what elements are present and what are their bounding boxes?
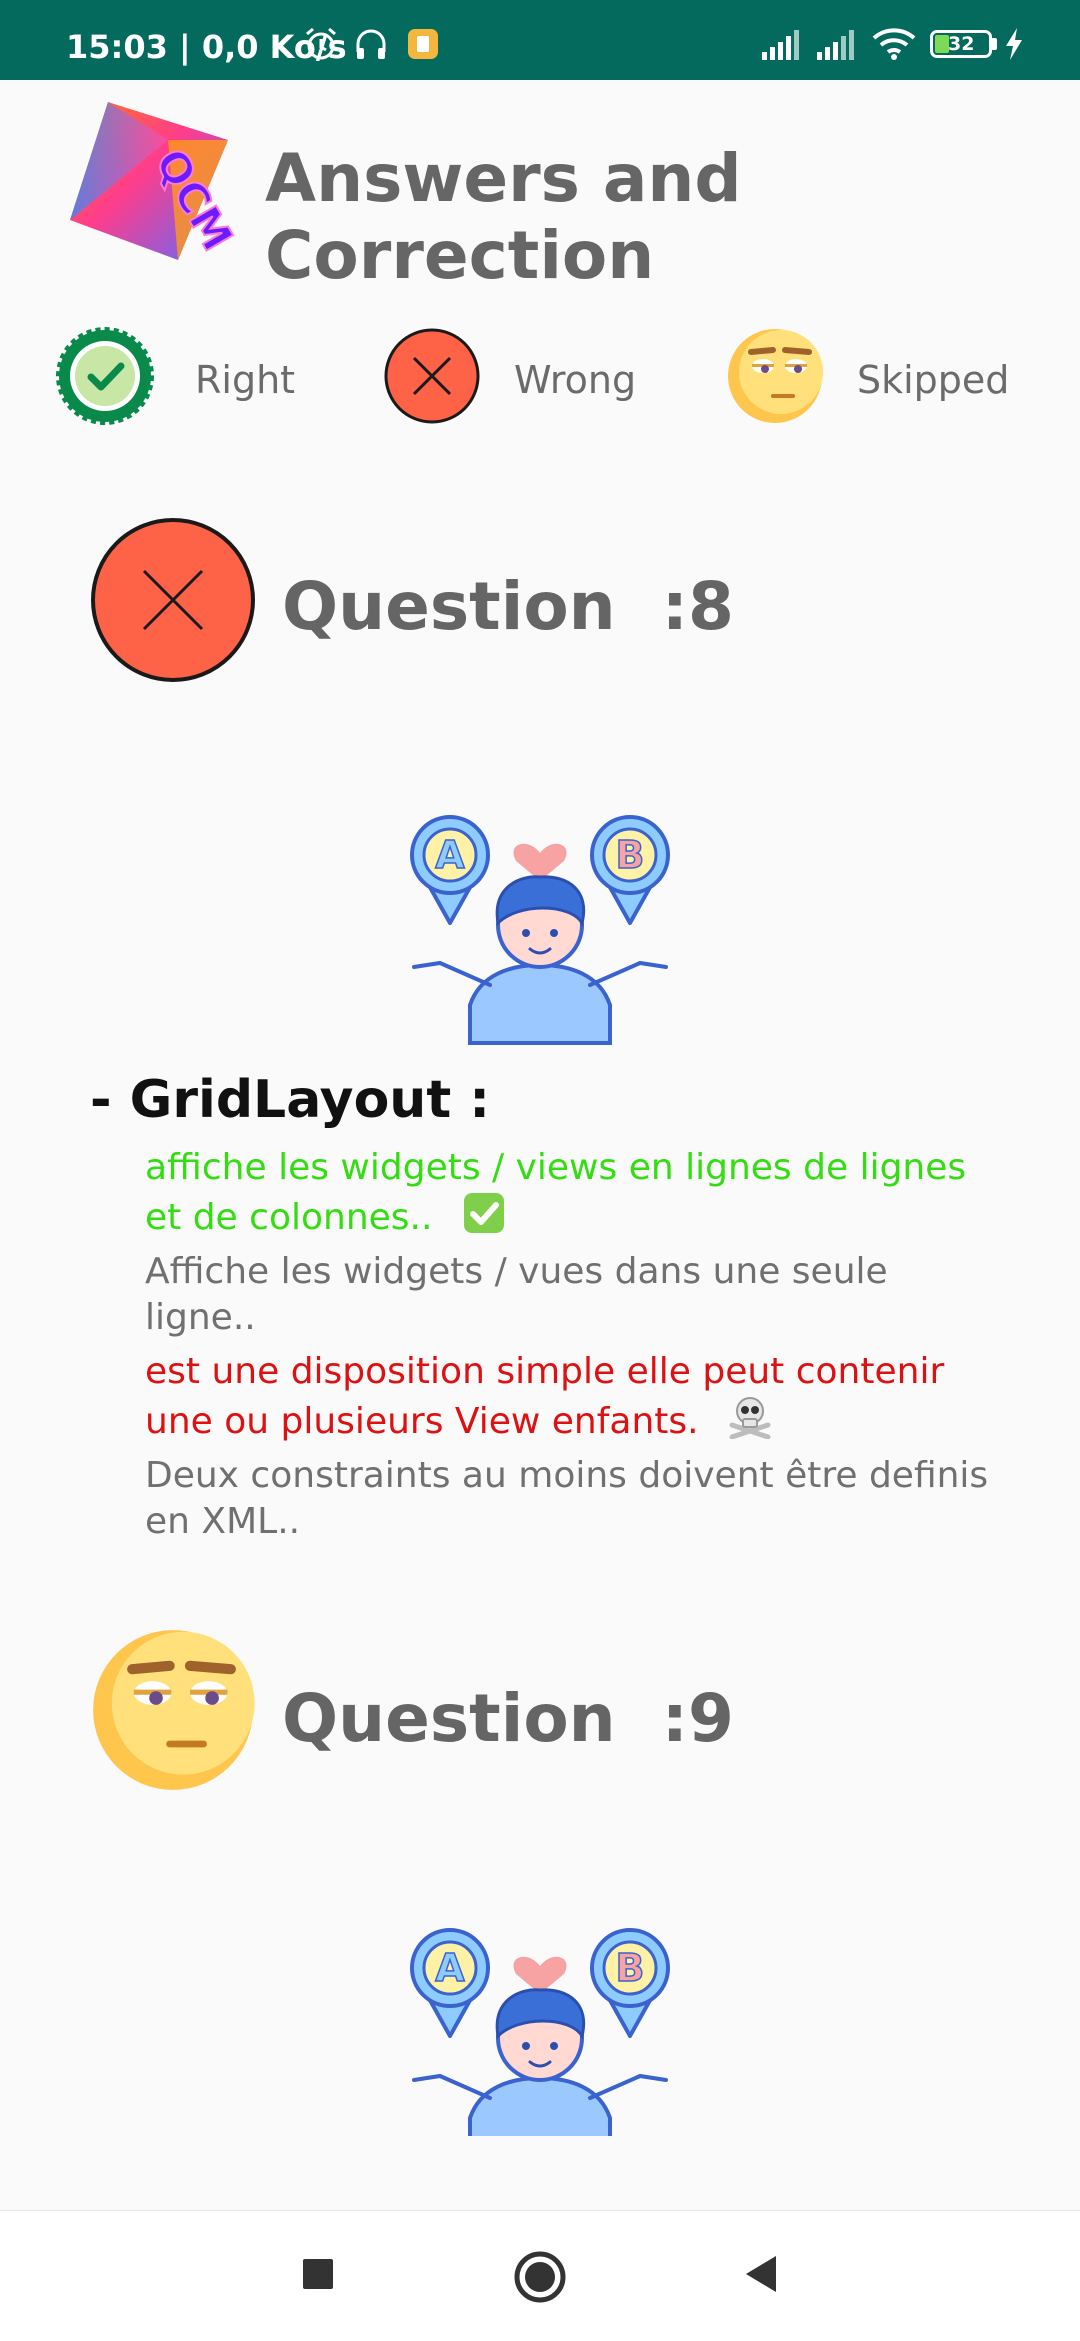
question-title: Question :9: [282, 1680, 734, 1757]
navigation-bar: [0, 2210, 1080, 2341]
illustration-letter-a: A: [435, 1946, 465, 1990]
unamused-face-icon: [93, 1630, 255, 1790]
person-choosing-illustration: A B: [410, 1928, 670, 2136]
home-button[interactable]: [512, 2249, 568, 2305]
question-card: Question :9 A B: [0, 0, 1080, 2210]
recents-button[interactable]: [298, 2249, 338, 2299]
illustration-clip: A B: [410, 1928, 670, 2136]
back-button[interactable]: [740, 2249, 784, 2299]
illustration-letter-b: B: [616, 1946, 645, 1990]
